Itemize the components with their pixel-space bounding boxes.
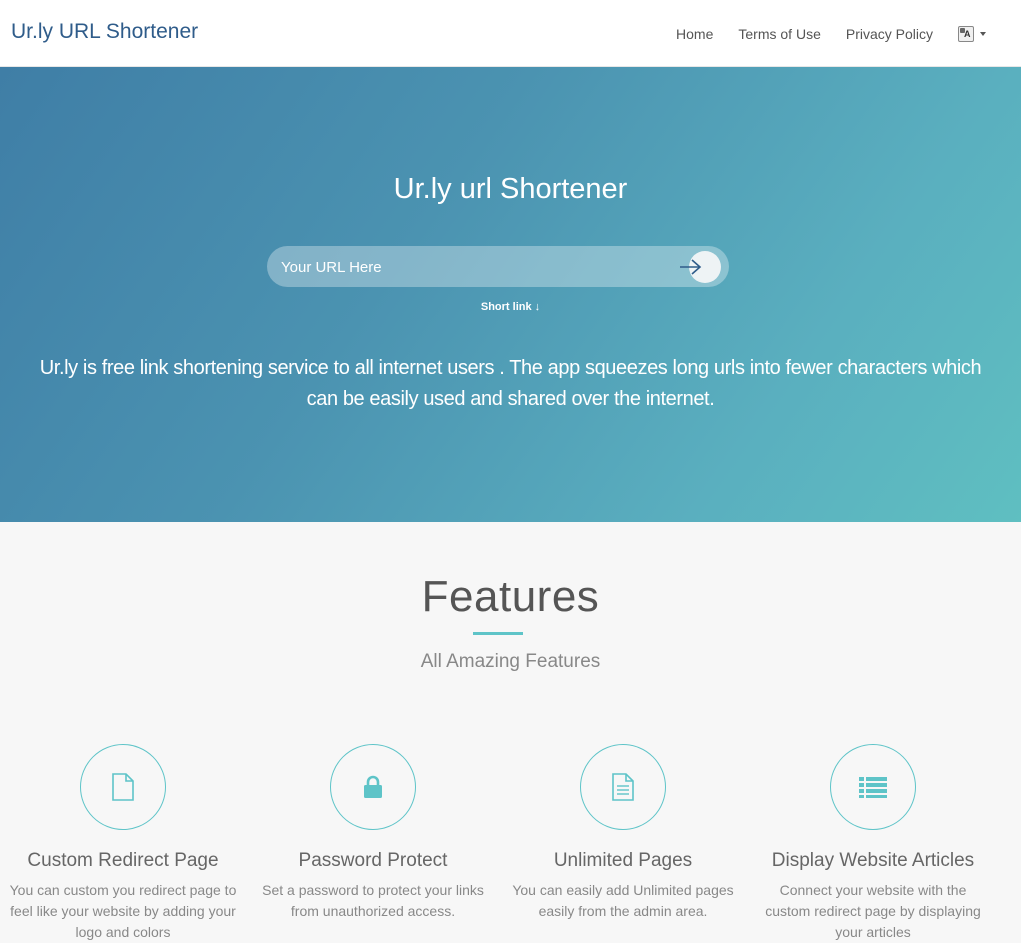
brand-link[interactable]: Ur.ly URL Shortener: [11, 20, 198, 44]
short-link-toggle[interactable]: Short link ↓: [0, 301, 1021, 313]
file-text-icon: [612, 773, 634, 801]
feature-icon-circle: [330, 744, 416, 830]
feature-icon-circle: [830, 744, 916, 830]
list-icon: [859, 777, 887, 798]
nav-link-home[interactable]: Home: [676, 26, 713, 42]
title-divider: [473, 632, 523, 635]
feature-text: Set a password to protect your links fro…: [262, 882, 484, 919]
feature-title: Password Protect: [298, 850, 448, 871]
nav-link-terms[interactable]: Terms of Use: [738, 26, 820, 42]
shorten-button[interactable]: [680, 251, 721, 283]
feature-text: Connect your website with the custom red…: [765, 882, 981, 940]
feature-icon-circle: [80, 744, 166, 830]
hero-section: Ur.ly url Shortener Short link ↓ Ur.ly i…: [0, 67, 1021, 522]
feature-text: You can custom you redirect page to feel…: [9, 882, 237, 940]
nav-link-privacy[interactable]: Privacy Policy: [846, 26, 933, 42]
url-input[interactable]: [279, 246, 683, 289]
feature-title: Display Website Articles: [771, 850, 975, 871]
url-form: [267, 246, 729, 289]
lock-icon: [364, 775, 382, 798]
translate-icon: A: [958, 25, 974, 42]
caret-down-icon: [980, 31, 986, 36]
navbar: Ur.ly URL Shortener Home Terms of Use Pr…: [0, 0, 1021, 67]
nav-links: Home Terms of Use Privacy Policy A: [676, 0, 1021, 67]
feature-card: Custom Redirect Page You can custom you …: [0, 744, 248, 943]
feature-icon-circle: [580, 744, 666, 830]
arrow-right-icon: [680, 259, 702, 275]
features-subtitle: All Amazing Features: [420, 651, 601, 672]
feature-card: Display Website Articles Connect your we…: [748, 744, 998, 943]
language-dropdown[interactable]: A: [958, 25, 986, 42]
file-icon: [112, 773, 134, 801]
feature-title: Custom Redirect Page: [27, 850, 219, 871]
feature-title: Unlimited Pages: [553, 850, 693, 871]
features-title: Features: [421, 572, 600, 621]
hero-description: Ur.ly is free link shortening service to…: [0, 353, 1021, 415]
feature-text: You can easily add Unlimited pages easil…: [512, 882, 734, 919]
hero-description-line1: Ur.ly is free link shortening service to…: [39, 357, 982, 379]
hero-title: Ur.ly url Shortener: [393, 173, 628, 205]
hero-description-line2: can be easily used and shared over the i…: [306, 388, 715, 410]
feature-card: Password Protect Set a password to prote…: [248, 744, 498, 922]
feature-card: Unlimited Pages You can easily add Unlim…: [498, 744, 748, 922]
